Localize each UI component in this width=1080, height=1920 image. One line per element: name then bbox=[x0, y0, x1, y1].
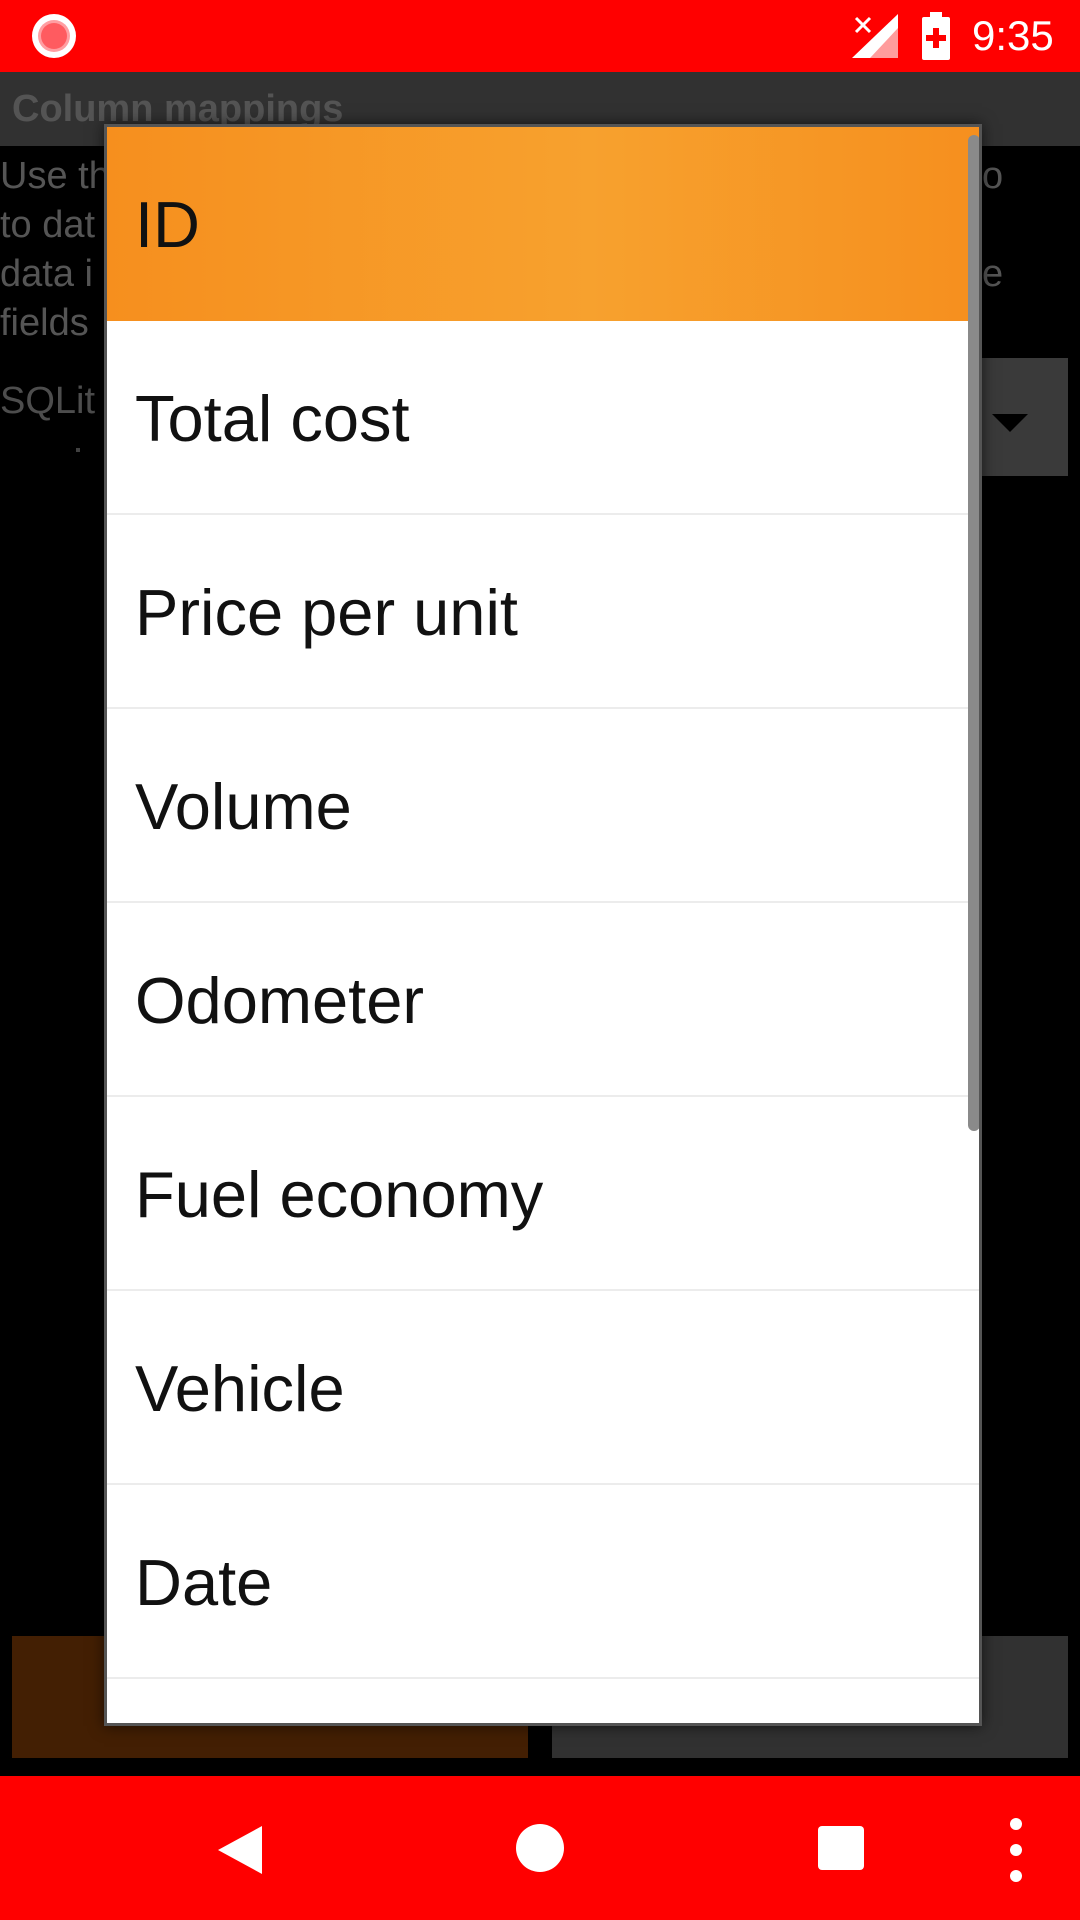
recording-icon bbox=[32, 14, 76, 58]
option-partial[interactable] bbox=[107, 1679, 979, 1723]
home-icon[interactable] bbox=[516, 1824, 564, 1872]
option-odometer[interactable]: Odometer bbox=[107, 903, 979, 1097]
option-total-cost[interactable]: Total cost bbox=[107, 321, 979, 515]
option-label: Odometer bbox=[135, 964, 425, 1037]
option-label: Price per unit bbox=[135, 576, 518, 649]
option-id[interactable]: ID bbox=[107, 127, 979, 321]
option-label: Fuel economy bbox=[135, 1158, 544, 1231]
option-price-per-unit[interactable]: Price per unit bbox=[107, 515, 979, 709]
battery-charging-icon bbox=[922, 12, 950, 60]
option-label: Volume bbox=[135, 770, 352, 843]
scrollbar[interactable] bbox=[968, 135, 979, 1131]
recents-icon[interactable] bbox=[818, 1826, 864, 1870]
option-label: Date bbox=[135, 1546, 273, 1619]
option-fuel-economy[interactable]: Fuel economy bbox=[107, 1097, 979, 1291]
option-label: Total cost bbox=[135, 382, 410, 455]
option-label: ID bbox=[135, 188, 200, 261]
option-date[interactable]: Date bbox=[107, 1485, 979, 1679]
status-bar: 9:35 bbox=[0, 0, 1080, 72]
back-icon[interactable] bbox=[218, 1826, 262, 1874]
option-vehicle[interactable]: Vehicle bbox=[107, 1291, 979, 1485]
clock: 9:35 bbox=[972, 12, 1054, 59]
no-signal-icon bbox=[852, 14, 898, 58]
option-volume[interactable]: Volume bbox=[107, 709, 979, 903]
option-label: Vehicle bbox=[135, 1352, 345, 1425]
overflow-menu-icon[interactable] bbox=[1010, 1818, 1022, 1882]
column-select-dialog: ID Total cost Price per unit Volume Odom… bbox=[104, 124, 982, 1726]
